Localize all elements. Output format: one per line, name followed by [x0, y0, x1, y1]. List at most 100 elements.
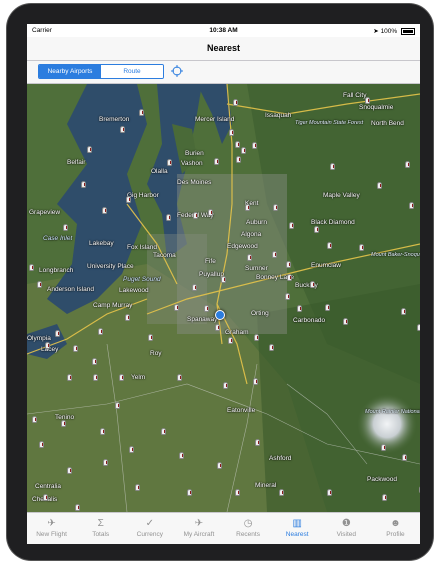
tab-totals[interactable]: Σ Totals [76, 513, 125, 544]
locate-me-icon[interactable] [171, 65, 183, 77]
airport-pin[interactable] [254, 334, 259, 341]
airport-pin[interactable] [119, 374, 124, 381]
airport-pin[interactable] [174, 304, 179, 311]
airport-pin[interactable] [92, 358, 97, 365]
airport-pin[interactable] [100, 428, 105, 435]
airport-pin[interactable] [221, 276, 226, 283]
airport-pin[interactable] [252, 142, 257, 149]
airport-pin[interactable] [67, 467, 72, 474]
airport-pin[interactable] [273, 204, 278, 211]
airport-pin[interactable] [148, 334, 153, 341]
airport-pin[interactable] [409, 202, 414, 209]
airport-pin[interactable] [235, 141, 240, 148]
airport-pin[interactable] [187, 489, 192, 496]
airport-pin[interactable] [73, 345, 78, 352]
airport-pin[interactable] [285, 293, 290, 300]
airport-pin[interactable] [129, 446, 134, 453]
airport-pin[interactable] [87, 146, 92, 153]
airport-pin[interactable] [75, 504, 80, 511]
airport-pin[interactable] [401, 308, 406, 315]
airport-pin[interactable] [310, 281, 315, 288]
tab-nearest[interactable]: ▥ Nearest [273, 513, 322, 544]
airport-pin[interactable] [204, 305, 209, 312]
tab-currency[interactable]: ✓ Currency [125, 513, 174, 544]
airport-pin[interactable] [241, 147, 246, 154]
airport-pin[interactable] [330, 163, 335, 170]
airport-pin[interactable] [287, 274, 292, 281]
airport-pin[interactable] [228, 337, 233, 344]
airport-pin[interactable] [179, 452, 184, 459]
segment-route[interactable]: Route [101, 65, 163, 78]
person-icon: ☻ [390, 518, 401, 529]
airport-pin[interactable] [286, 261, 291, 268]
airport-pin[interactable] [81, 181, 86, 188]
airport-pin[interactable] [208, 209, 213, 216]
airport-pin[interactable] [236, 156, 241, 163]
airport-pin[interactable] [167, 159, 172, 166]
airport-pin[interactable] [166, 214, 171, 221]
airport-pin[interactable] [93, 374, 98, 381]
airport-pin[interactable] [417, 324, 420, 331]
airport-pin[interactable] [314, 226, 319, 233]
airport-pin[interactable] [55, 330, 60, 337]
airport-pin[interactable] [215, 324, 220, 331]
airport-pin[interactable] [289, 222, 294, 229]
airport-pin[interactable] [120, 126, 125, 133]
satellite-map[interactable]: Fall City Snoqualmie Issaquah Tiger Mountai… [27, 84, 420, 512]
airport-pin[interactable] [115, 402, 120, 409]
tab-my-aircraft[interactable]: ✈ My Aircraft [174, 513, 223, 544]
airport-pin[interactable] [325, 304, 330, 311]
airport-pin[interactable] [327, 489, 332, 496]
airport-pin[interactable] [359, 244, 364, 251]
airport-pin[interactable] [365, 97, 370, 104]
airport-pin[interactable] [103, 459, 108, 466]
airport-pin[interactable] [382, 494, 387, 501]
airport-pin[interactable] [192, 284, 197, 291]
airport-pin[interactable] [245, 204, 250, 211]
airport-pin[interactable] [45, 342, 50, 349]
airport-pin[interactable] [98, 328, 103, 335]
airport-pin[interactable] [377, 182, 382, 189]
airport-pin[interactable] [235, 489, 240, 496]
airport-pin[interactable] [272, 251, 277, 258]
segment-nearby-airports[interactable]: Nearby Airports [39, 65, 101, 78]
airport-pin[interactable] [279, 489, 284, 496]
tab-new-flight[interactable]: ✈ New Flight [27, 513, 76, 544]
airport-pin[interactable] [269, 344, 274, 351]
airport-pin[interactable] [381, 444, 386, 451]
airport-pin[interactable] [161, 428, 166, 435]
airport-pin[interactable] [229, 129, 234, 136]
airport-pin[interactable] [29, 264, 34, 271]
airport-pin[interactable] [37, 281, 42, 288]
airport-pin[interactable] [61, 420, 66, 427]
airport-pin[interactable] [247, 254, 252, 261]
tab-profile[interactable]: ☻ Profile [371, 513, 420, 544]
airport-pin[interactable] [419, 486, 420, 493]
airport-pin[interactable] [405, 161, 410, 168]
airport-pin[interactable] [63, 224, 68, 231]
airport-pin[interactable] [39, 441, 44, 448]
airport-pin[interactable] [253, 378, 258, 385]
airport-pin[interactable] [67, 374, 72, 381]
map-label: Mercer Island [195, 116, 235, 123]
airport-pin[interactable] [102, 207, 107, 214]
airport-pin[interactable] [177, 374, 182, 381]
airport-pin[interactable] [125, 314, 130, 321]
airport-pin[interactable] [126, 196, 131, 203]
airport-pin[interactable] [214, 158, 219, 165]
airport-pin[interactable] [223, 382, 228, 389]
airport-pin[interactable] [402, 454, 407, 461]
airport-pin[interactable] [217, 462, 222, 469]
airport-pin[interactable] [327, 242, 332, 249]
airport-pin[interactable] [135, 484, 140, 491]
airport-pin[interactable] [233, 99, 238, 106]
tab-visited[interactable]: ❶ Visited [322, 513, 371, 544]
airport-pin[interactable] [343, 318, 348, 325]
airport-pin[interactable] [193, 212, 198, 219]
airport-pin[interactable] [297, 305, 302, 312]
tab-recents[interactable]: ◷ Recents [224, 513, 273, 544]
airport-pin[interactable] [255, 439, 260, 446]
airport-pin[interactable] [32, 416, 37, 423]
airport-pin[interactable] [139, 109, 144, 116]
airport-pin[interactable] [43, 494, 48, 501]
